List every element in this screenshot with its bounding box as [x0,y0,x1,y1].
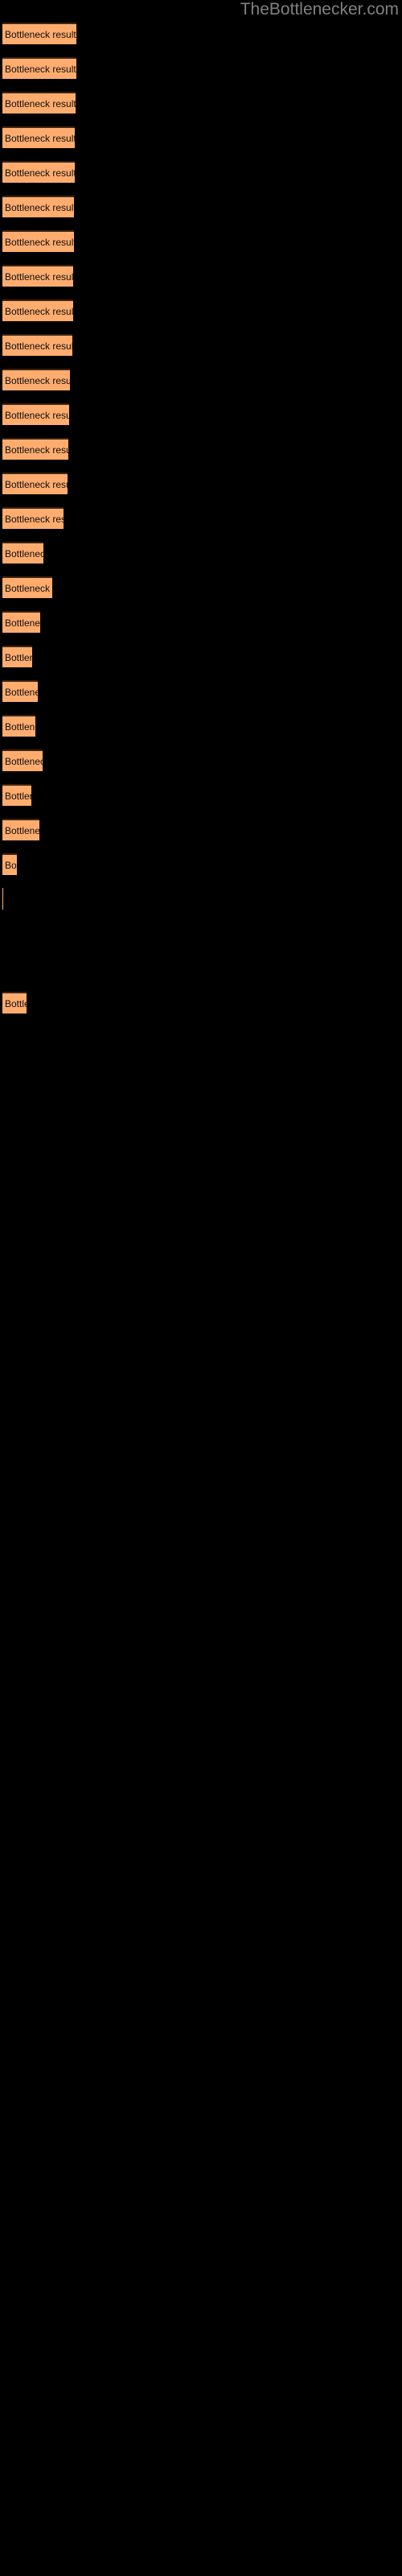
bar-label: Bottleneck result [5,271,73,283]
bar-label: Bottleneck result [5,756,43,767]
bar-label: Bottleneck result [5,237,74,248]
bar-19: Bottleneck result [2,646,32,667]
bar-3: Bottleneck result [2,92,76,114]
bar-15: Bottleneck result [2,507,64,529]
bar-21: Bottleneck result [2,715,35,737]
bar-label: Bottleneck result [5,687,38,698]
bar-label: Bottleneck result [5,444,68,456]
bar-18: Bottleneck result [2,611,40,633]
bar-17: Bottleneck result [2,576,52,598]
bar-22: Bottleneck result [2,749,43,771]
bar-5: Bottleneck result [2,161,75,183]
bar-9: Bottleneck result [2,299,73,321]
bar-label: Bottleneck result [5,98,76,109]
bar-label: Bottleneck result [5,617,40,629]
bar-1: Bottleneck result [2,23,76,44]
bar-7: Bottleneck result [2,230,74,252]
bar-4: Bottleneck result [2,126,75,148]
bar-label: Bottleneck result [5,29,76,40]
bar-series: Bottleneck result Bottleneck result Bottle… [0,0,402,2576]
bar-26: Bottleneck result [2,888,3,910]
bar-label: Bottleneck result [5,791,31,802]
bar-label: Bottleneck result [5,514,64,525]
bar-label: Bottleneck result [5,341,72,352]
bar-10: Bottleneck result [2,334,72,356]
bar-20: Bottleneck result [2,680,38,702]
bar-12: Bottleneck result [2,403,69,425]
bottleneck-chart: TheBottlenecker.com Bottleneck result Bot… [0,0,402,2576]
bar-label: Bottleneck result [5,167,75,179]
bar-label: Bottleneck result [5,306,73,317]
bar-23: Bottleneck result [2,784,31,806]
bar-label: Bottleneck result [5,998,27,1009]
bar-label: Bottleneck result [5,652,32,663]
bar-label: Bottleneck result [5,64,76,75]
bar-label: Bottleneck result [5,202,74,213]
bar-14: Bottleneck result [2,473,68,494]
bar-label: Bottleneck result [5,133,75,144]
bar-label: Bottleneck result [5,410,69,421]
bar-16: Bottleneck result [2,542,43,564]
bar-label: Bottleneck result [5,583,52,594]
bar-label: Bottleneck result [5,860,17,871]
bar-27: Bottleneck result [2,992,27,1013]
bar-label: Bottleneck result [5,375,70,386]
bar-2: Bottleneck result [2,57,76,79]
bar-24: Bottleneck result [2,819,39,840]
bar-8: Bottleneck result [2,265,73,287]
bar-label: Bottleneck result [5,479,68,490]
bar-6: Bottleneck result [2,196,74,217]
bar-25: Bottleneck result [2,853,17,875]
bar-11: Bottleneck result [2,369,70,390]
bar-label: Bottleneck result [5,548,43,559]
bar-label: Bottleneck result [5,825,39,836]
bar-13: Bottleneck result [2,438,68,460]
bar-label: Bottleneck result [5,721,35,733]
